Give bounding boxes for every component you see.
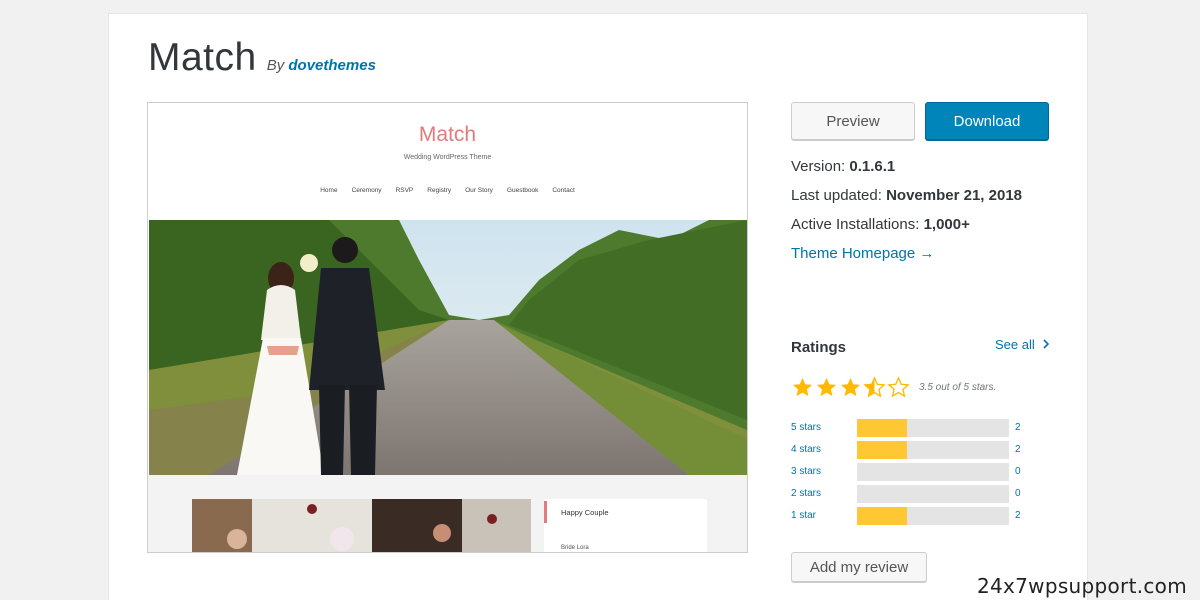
star-rating: 3.5 out of 5 stars.	[791, 376, 996, 399]
screenshot-sidebar-subtext: Bride Lora	[561, 545, 589, 551]
theme-homepage-link[interactable]: Theme Homepage →	[791, 245, 934, 262]
rating-row-5: 5 stars 2	[791, 418, 1031, 440]
screenshot-sidebar-accent	[544, 501, 547, 523]
watermark: 24x7wpsupport.com	[976, 574, 1187, 598]
rating-count: 0	[1015, 466, 1021, 477]
rating-row-3: 3 stars 0	[791, 462, 1031, 484]
rating-label-1-star[interactable]: 1 star	[791, 510, 816, 521]
theme-version: Version: 0.1.6.1	[791, 158, 895, 175]
star-full-icon	[816, 377, 837, 397]
rating-bar	[857, 419, 1009, 437]
rating-count: 2	[1015, 510, 1021, 521]
rating-row-2: 2 stars 0	[791, 484, 1031, 506]
rating-label-5-stars[interactable]: 5 stars	[791, 422, 821, 433]
theme-active-installs: Active Installations: 1,000+	[791, 216, 970, 233]
wedding-couple-photo	[149, 220, 747, 475]
rating-bar	[857, 463, 1009, 481]
rating-bar-fill	[857, 419, 908, 437]
download-button[interactable]: Download	[925, 102, 1049, 140]
screenshot-nav-item: Home	[320, 187, 338, 194]
rating-bar-fill	[857, 507, 908, 525]
screenshot-nav-item: Guestbook	[506, 187, 539, 194]
rating-bar	[857, 507, 1009, 525]
rating-label-3-stars[interactable]: 3 stars	[791, 466, 821, 477]
rating-label-2-stars[interactable]: 2 stars	[791, 488, 821, 499]
star-full-icon	[840, 377, 861, 397]
see-all-label: See all	[995, 337, 1035, 352]
rating-bar	[857, 441, 1009, 459]
theme-last-updated: Last updated: November 21, 2018	[791, 187, 1022, 204]
rating-bar-fill	[857, 441, 908, 459]
screenshot-sidebar-widget: Happy Couple Bride Lora	[544, 499, 707, 552]
ratings-heading: Ratings	[791, 339, 847, 356]
chevron-right-icon	[1043, 337, 1050, 352]
star-full-icon	[792, 377, 813, 397]
byline: By dovethemes	[267, 57, 376, 74]
screenshot-nav-item: Our Story	[465, 187, 493, 194]
rating-count: 2	[1015, 422, 1021, 433]
installs-label: Active Installations:	[791, 216, 920, 233]
rating-summary: 3.5 out of 5 stars.	[919, 382, 997, 393]
star-half-icon	[863, 376, 886, 398]
screenshot-nav-item: Registry	[427, 187, 452, 194]
theme-title: Match	[148, 36, 257, 79]
version-value: 0.1.6.1	[849, 158, 896, 175]
rating-count: 0	[1015, 488, 1021, 499]
screenshot-site-title: Match	[418, 123, 477, 146]
screenshot-hero-image	[149, 220, 747, 475]
version-label: Version:	[791, 158, 846, 175]
rating-row-4: 4 stars 2	[791, 440, 1031, 462]
updated-label: Last updated:	[791, 187, 882, 204]
by-label: By	[266, 57, 285, 74]
preview-button[interactable]: Preview	[791, 102, 915, 140]
rating-breakdown: 5 stars 2 4 stars 2 3 stars 0 2 stars 0 …	[791, 418, 1031, 528]
author-link[interactable]: dovethemes	[288, 57, 376, 74]
screenshot-gallery-image	[192, 499, 531, 552]
screenshot-nav-item: RSVP	[395, 187, 414, 194]
theme-screenshot: Match Wedding WordPress Theme Home Cerem…	[147, 102, 748, 553]
screenshot-site-tagline: Wedding WordPress Theme	[403, 154, 492, 161]
screenshot-sidebar-heading: Happy Couple	[561, 508, 609, 517]
theme-actions: Preview Download	[791, 102, 1049, 140]
rating-bar	[857, 485, 1009, 503]
screenshot-site-nav: Home Ceremony RSVP Registry Our Story Gu…	[148, 187, 747, 194]
rating-row-1: 1 star 2	[791, 506, 1031, 528]
theme-title-row: Match By dovethemes	[148, 36, 376, 80]
installs-value: 1,000+	[923, 216, 970, 233]
screenshot-nav-item: Contact	[552, 187, 575, 194]
wedding-party-photo	[192, 499, 531, 552]
screenshot-lower-section: Happy Couple Bride Lora	[148, 475, 747, 552]
see-all-ratings-link[interactable]: See all	[995, 337, 1050, 352]
updated-value: November 21, 2018	[886, 187, 1023, 204]
screenshot-site-header: Match Wedding WordPress Theme Home Cerem…	[148, 103, 747, 220]
screenshot-nav-item: Ceremony	[351, 187, 382, 194]
rating-count: 2	[1015, 444, 1021, 455]
add-review-button[interactable]: Add my review	[791, 552, 927, 582]
star-empty-icon	[887, 376, 910, 398]
rating-label-4-stars[interactable]: 4 stars	[791, 444, 821, 455]
